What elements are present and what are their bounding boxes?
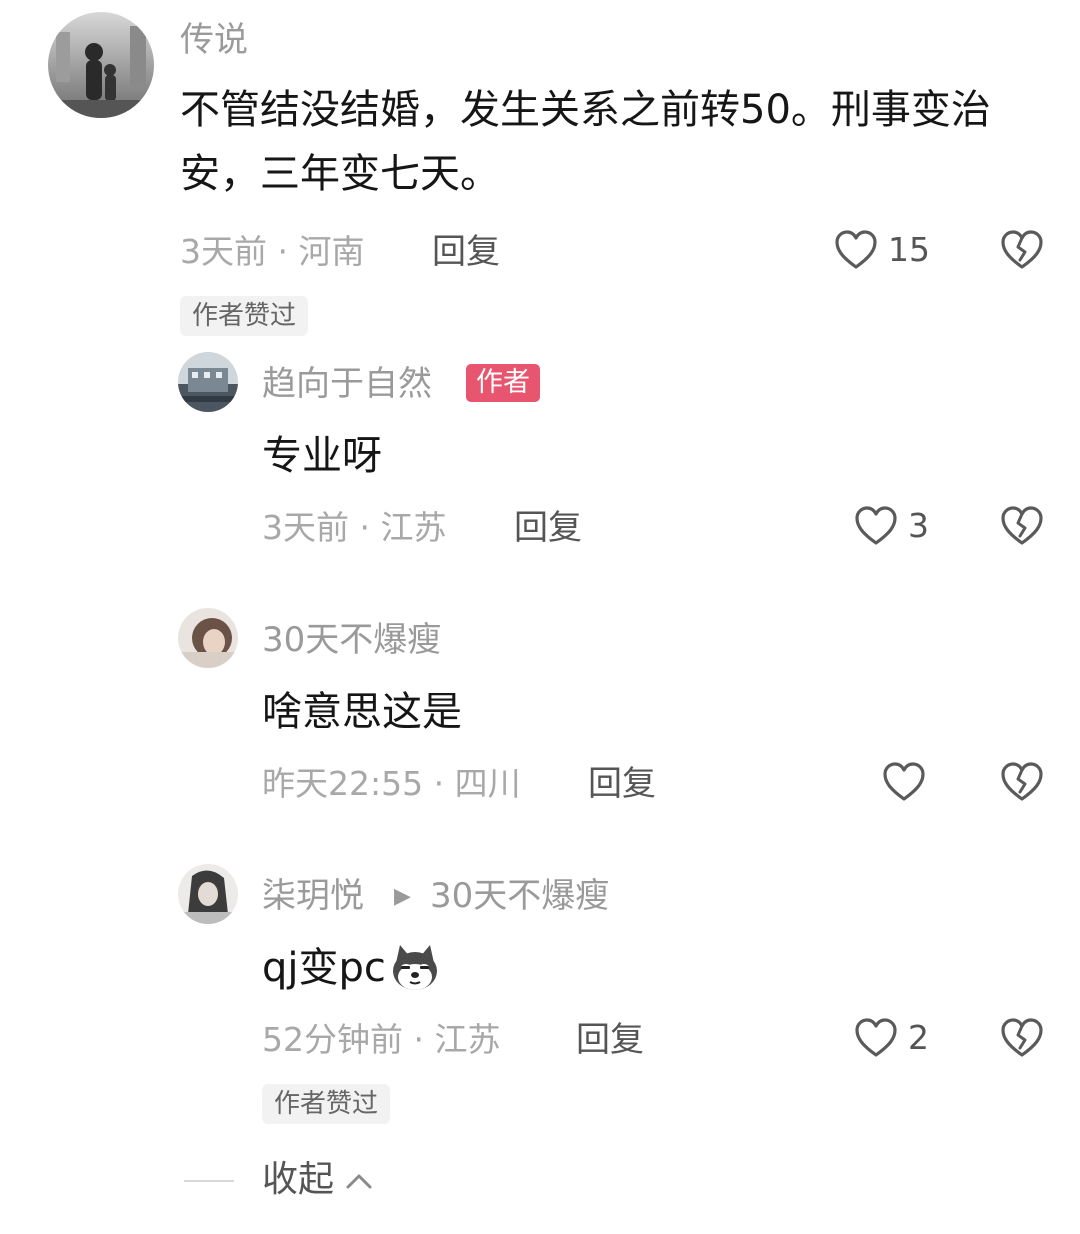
chevron-up-icon (344, 1158, 374, 1202)
broken-heart-icon (998, 1014, 1046, 1062)
reply-to-username[interactable]: 30天不爆瘦 (430, 876, 609, 916)
author-liked-badge: 作者赞过 (180, 296, 309, 336)
like-count: 15 (888, 230, 930, 269)
broken-heart-icon (998, 502, 1046, 550)
dislike-button[interactable] (998, 1014, 1046, 1062)
author-liked-badge: 作者赞过 (262, 1084, 391, 1124)
reply-button[interactable]: 回复 (576, 1020, 644, 1060)
avatar[interactable] (178, 864, 238, 924)
comment-text: 啥意思这是 (262, 689, 462, 735)
collapse-button[interactable]: 收起 (262, 1158, 374, 1202)
comment-text: qj变pc (262, 936, 442, 1000)
comment-text: 专业呀 (262, 433, 382, 479)
broken-heart-icon (998, 758, 1046, 806)
comment-meta: 3天前 · 江苏 (262, 508, 447, 547)
reply-button[interactable]: 回复 (432, 232, 500, 272)
comment-username[interactable]: 30天不爆瘦 (262, 620, 441, 660)
avatar-photo (178, 864, 238, 924)
broken-heart-icon (998, 226, 1046, 274)
like-button[interactable]: 15 (832, 226, 930, 274)
dislike-button[interactable] (998, 226, 1046, 274)
comment-meta: 52分钟前 · 江苏 (262, 1020, 501, 1059)
comment-username[interactable]: 柒玥悦 (262, 876, 364, 916)
heart-outline-icon (880, 758, 928, 806)
like-count: 3 (908, 506, 929, 545)
comment-meta: 昨天22:55 · 四川 (262, 764, 521, 803)
comment-username[interactable]: 传说 (180, 20, 248, 60)
avatar-photo (178, 608, 238, 668)
like-button[interactable]: 2 (852, 1014, 929, 1062)
dislike-button[interactable] (998, 502, 1046, 550)
comment-meta: 3天前 · 河南 (180, 232, 365, 271)
avatar-photo (178, 352, 238, 412)
collapse-label: 收起 (262, 1159, 335, 1200)
like-button[interactable]: 3 (852, 502, 929, 550)
heart-outline-icon (852, 1014, 900, 1062)
reply-button[interactable]: 回复 (514, 508, 582, 548)
heart-outline-icon (852, 502, 900, 550)
author-tag: 作者 (466, 364, 540, 402)
comment-text-body: qj变pc (262, 945, 386, 991)
comment-username[interactable]: 趋向于自然 (262, 364, 432, 404)
comment-text: 不管结没结婚，发生关系之前转50。刑事变治安，三年变七天。 (180, 87, 991, 197)
reply-button[interactable]: 回复 (588, 764, 656, 804)
shiba-dog-emoji (388, 941, 442, 995)
divider (184, 1180, 234, 1182)
avatar[interactable] (178, 352, 238, 412)
like-count: 2 (908, 1018, 929, 1057)
like-button[interactable] (880, 758, 936, 806)
avatar[interactable] (178, 608, 238, 668)
avatar-photo (48, 12, 154, 118)
play-triangle-icon: ▶ (394, 884, 411, 909)
dislike-button[interactable] (998, 758, 1046, 806)
heart-outline-icon (832, 226, 880, 274)
avatar[interactable] (48, 12, 154, 118)
